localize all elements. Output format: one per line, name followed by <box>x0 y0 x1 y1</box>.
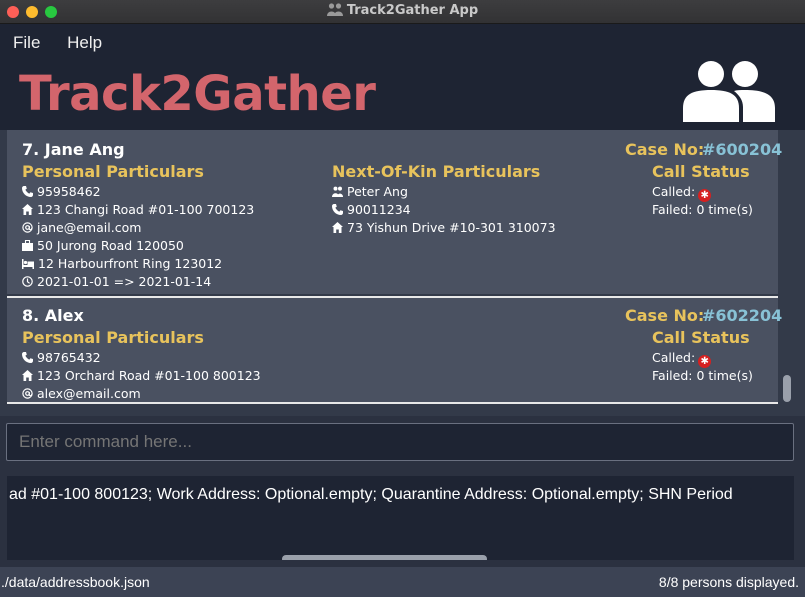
data-file-path: ./data/addressbook.json <box>1 574 150 590</box>
case-label: Case No: <box>625 140 705 159</box>
failed-count: Failed: 0 time(s) <box>652 202 753 217</box>
cross-icon: ✱ <box>698 355 712 368</box>
clock-icon <box>22 276 33 287</box>
person-card-selected[interactable]: 8. Alex Case No: #602204 Personal Partic… <box>7 296 782 404</box>
app-title: Track2Gather <box>19 66 376 122</box>
person-name: 7. Jane Ang <box>22 140 125 159</box>
menu-help[interactable]: Help <box>67 33 102 52</box>
work-icon <box>22 239 33 251</box>
case-number: #600204 <box>702 140 783 159</box>
nok-address-row: 73 Yishun Drive #10-301 310073 <box>332 220 556 235</box>
home-icon <box>22 370 33 381</box>
menu-bar: File Help <box>13 33 124 53</box>
result-display: ad #01-100 800123; Work Address: Optiona… <box>0 468 805 567</box>
home-icon <box>22 204 33 215</box>
phone-row: 95958462 <box>22 184 101 199</box>
person-list[interactable]: 7. Jane Ang Case No: #600204 Personal Pa… <box>0 130 805 416</box>
person-card[interactable]: 7. Jane Ang Case No: #600204 Personal Pa… <box>7 130 782 294</box>
personal-particulars-header: Personal Particulars <box>22 328 204 347</box>
status-bar: ./data/addressbook.json 8/8 persons disp… <box>0 567 805 597</box>
nok-phone-row: 90011234 <box>332 202 411 217</box>
call-status-header: Call Status <box>652 162 750 181</box>
call-status-header: Call Status <box>652 328 750 347</box>
list-scrollbar[interactable] <box>783 375 791 402</box>
home-address-row: 123 Changi Road #01-100 700123 <box>22 202 254 217</box>
failed-count: Failed: 0 time(s) <box>652 368 753 383</box>
result-scrollbar[interactable] <box>282 555 487 560</box>
called-status: Called: ✱ <box>652 350 712 368</box>
window-titlebar: Track2Gather App <box>0 0 805 24</box>
command-box <box>0 416 805 468</box>
personal-particulars-header: Personal Particulars <box>22 162 204 181</box>
person-name: 8. Alex <box>22 306 84 325</box>
next-of-kin-header: Next-Of-Kin Particulars <box>332 162 541 181</box>
case-label: Case No: <box>625 306 705 325</box>
menu-file[interactable]: File <box>13 33 40 52</box>
result-box[interactable]: ad #01-100 800123; Work Address: Optiona… <box>7 476 794 560</box>
window-title-text: Track2Gather App <box>346 3 479 18</box>
people-icon <box>326 3 343 16</box>
work-address-row: 50 Jurong Road 120050 <box>22 238 184 253</box>
quarantine-address-row: 12 Harbourfront Ring 123012 <box>22 256 222 271</box>
people-logo-icon <box>683 61 775 122</box>
command-input[interactable] <box>6 423 794 461</box>
email-row: alex@email.com <box>22 386 141 401</box>
called-status: Called: ✱ <box>652 184 712 202</box>
email-icon <box>22 222 33 233</box>
person-icon <box>332 186 343 197</box>
phone-icon <box>22 186 33 197</box>
app-header: File Help Track2Gather <box>0 24 805 130</box>
cross-icon: ✱ <box>698 189 712 202</box>
phone-icon <box>22 352 33 363</box>
home-address-row: 123 Orchard Road #01-100 800123 <box>22 368 261 383</box>
email-row: jane@email.com <box>22 220 141 235</box>
phone-row: 98765432 <box>22 350 101 365</box>
nok-name-row: Peter Ang <box>332 184 408 199</box>
bed-icon <box>22 259 34 269</box>
shn-period-row: 2021-01-01 => 2021-01-14 <box>22 274 211 289</box>
result-text: ad #01-100 800123; Work Address: Optiona… <box>9 486 733 503</box>
email-icon <box>22 388 33 399</box>
window-title: Track2Gather App <box>0 3 805 18</box>
persons-count: 8/8 persons displayed. <box>658 574 799 590</box>
phone-icon <box>332 204 343 215</box>
home-icon <box>332 222 343 233</box>
case-number: #602204 <box>702 306 783 325</box>
